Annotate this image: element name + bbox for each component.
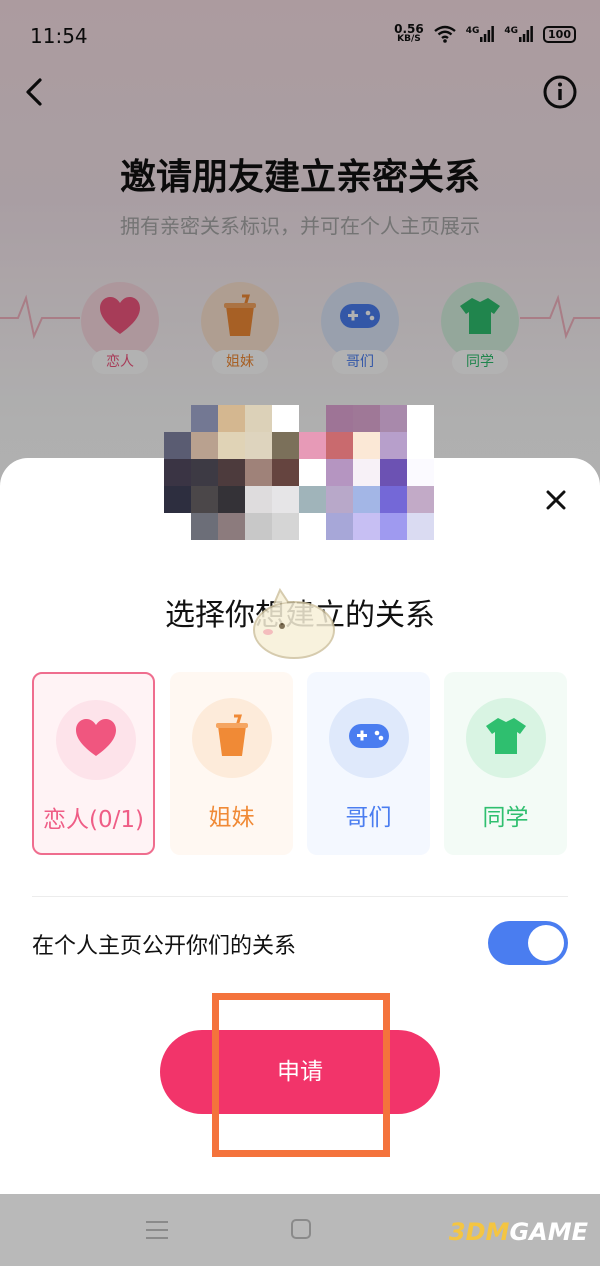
relation-label: 恋人(0/1) — [43, 807, 144, 833]
divider — [32, 896, 568, 897]
public-toggle-switch[interactable] — [488, 921, 568, 965]
system-nav-bar: 3DMGAME — [0, 1194, 600, 1266]
toggle-knob — [528, 925, 564, 961]
relation-icon-circle — [56, 700, 136, 780]
screen: 11:54 0.56 KB/S 4G 4G 100 邀请朋友建立亲密关系 拥有亲… — [0, 0, 600, 1266]
relation-icon-circle — [466, 698, 546, 778]
relation-option-love[interactable]: 恋人(0/1) — [32, 672, 155, 855]
home-square-icon[interactable] — [290, 1218, 312, 1240]
heart-icon — [76, 719, 116, 756]
drink-cup-icon — [216, 714, 248, 756]
relation-label: 同学 — [482, 805, 529, 831]
public-toggle-label: 在个人主页公开你们的关系 — [32, 934, 297, 959]
gamepad-icon — [349, 724, 389, 748]
relation-icon-circle — [192, 698, 272, 778]
highlight-annotation-box — [212, 993, 390, 1157]
watermark-logo: 3DMGAME — [448, 1218, 588, 1246]
relation-icon-circle — [329, 698, 409, 778]
relation-option-sister[interactable]: 姐妹 — [170, 672, 293, 855]
relation-label: 姐妹 — [208, 805, 255, 831]
tshirt-icon — [486, 718, 526, 754]
relation-label: 哥们 — [345, 805, 392, 831]
mascot-watermark — [253, 587, 335, 659]
relation-option-classmate[interactable]: 同学 — [444, 672, 567, 855]
close-icon[interactable] — [544, 488, 568, 512]
relation-option-brother[interactable]: 哥们 — [307, 672, 430, 855]
menu-icon[interactable] — [144, 1218, 170, 1242]
blurred-avatars — [164, 405, 434, 540]
